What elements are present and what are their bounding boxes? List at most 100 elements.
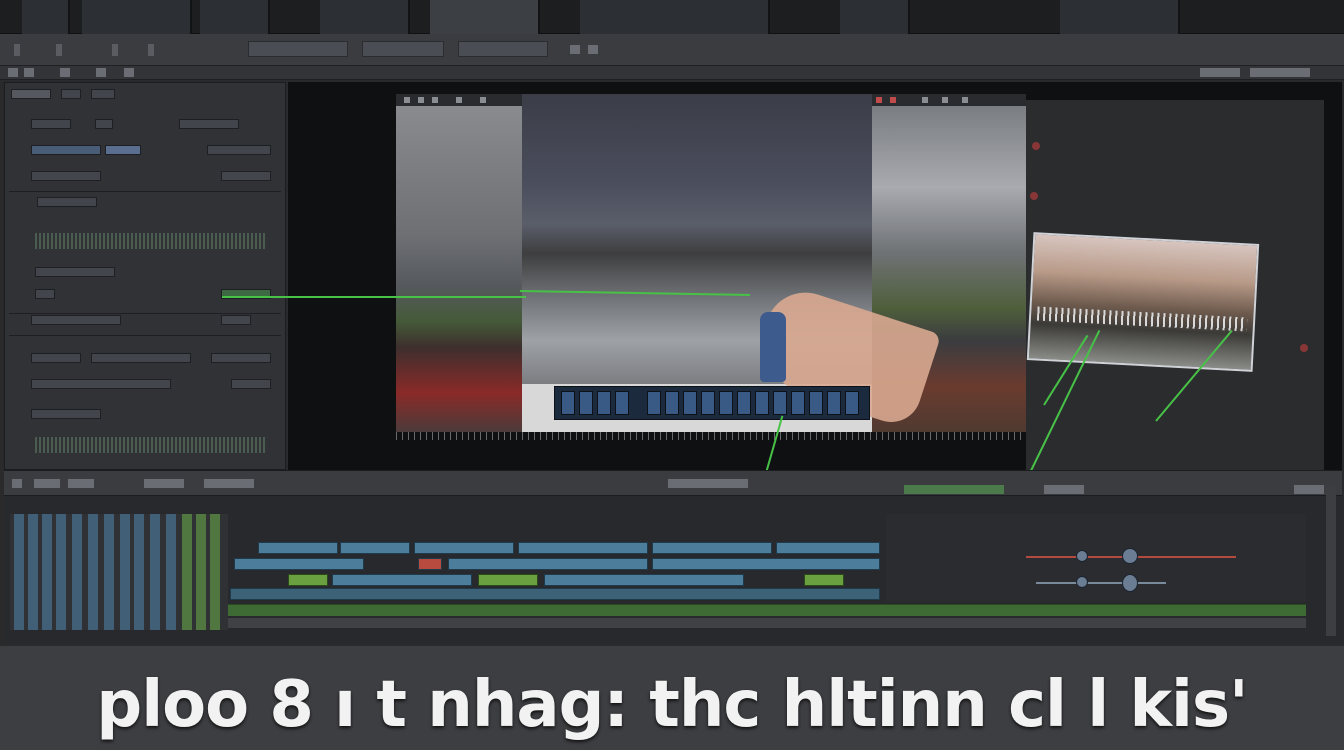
param-field[interactable] — [31, 353, 81, 363]
clip-tool-icon[interactable] — [480, 97, 486, 103]
keyframe-node[interactable] — [1122, 574, 1138, 592]
track-header[interactable] — [120, 514, 130, 630]
track-header[interactable] — [28, 514, 38, 630]
menu-item[interactable] — [14, 44, 20, 56]
inspector-tab[interactable] — [11, 89, 51, 99]
timeline-clip[interactable] — [258, 542, 338, 554]
param-field[interactable] — [35, 267, 115, 277]
param-field[interactable] — [31, 171, 101, 181]
clip-thumbnail-left[interactable] — [396, 106, 522, 432]
video-preview[interactable] — [396, 94, 1026, 432]
timeline-clip[interactable] — [288, 574, 328, 586]
param-field[interactable] — [211, 353, 271, 363]
param-field[interactable] — [31, 379, 171, 389]
param-field[interactable] — [31, 145, 101, 155]
play-icon[interactable] — [570, 45, 580, 54]
timeline-clip[interactable] — [652, 558, 880, 570]
param-field[interactable] — [207, 145, 271, 155]
tool-icon[interactable] — [34, 479, 60, 488]
param-field[interactable] — [95, 119, 113, 129]
clip-tool-icon[interactable] — [962, 97, 968, 103]
menu-item[interactable] — [56, 44, 62, 56]
timeline-clip[interactable] — [652, 542, 772, 554]
filmstrip[interactable] — [554, 386, 870, 420]
film-frame — [755, 391, 769, 415]
tool-icon[interactable] — [8, 68, 18, 77]
tool-icon[interactable] — [204, 479, 254, 488]
keyframe-node[interactable] — [1076, 550, 1088, 562]
timeline-clip[interactable] — [776, 542, 880, 554]
param-field[interactable] — [37, 197, 97, 207]
clip-tool-icon[interactable] — [942, 97, 948, 103]
record-icon[interactable] — [588, 45, 598, 54]
tool-icon[interactable] — [144, 479, 184, 488]
track-header[interactable] — [56, 514, 66, 630]
tool-icon[interactable] — [1250, 68, 1310, 77]
track-header[interactable] — [88, 514, 98, 630]
tool-icon[interactable] — [68, 479, 94, 488]
clip-tool-icon[interactable] — [404, 97, 410, 103]
clip-tool-icon[interactable] — [922, 97, 928, 103]
track-headers — [10, 514, 228, 630]
keyframe-node[interactable] — [1076, 576, 1088, 588]
param-field[interactable] — [221, 171, 271, 181]
tool-icon[interactable] — [96, 68, 106, 77]
menu-item[interactable] — [112, 44, 118, 56]
record-icon[interactable] — [890, 97, 896, 103]
timeline-clip[interactable] — [544, 574, 744, 586]
timeline-clip[interactable] — [448, 558, 648, 570]
tool-icon[interactable] — [1200, 68, 1240, 77]
track-header[interactable] — [42, 514, 52, 630]
timeline-clip[interactable] — [414, 542, 514, 554]
photo-thumbnail[interactable] — [1026, 232, 1260, 372]
timeline-clip[interactable] — [518, 542, 648, 554]
clip-tool-icon[interactable] — [456, 97, 462, 103]
track-header[interactable] — [182, 514, 192, 630]
param-field[interactable] — [179, 119, 239, 129]
param-field[interactable] — [105, 145, 141, 155]
inspector-tab[interactable] — [61, 89, 81, 99]
track-header[interactable] — [166, 514, 176, 630]
param-field[interactable] — [221, 315, 251, 325]
workspace-tab[interactable] — [248, 41, 348, 57]
record-icon[interactable] — [876, 97, 882, 103]
workspace-tab[interactable] — [458, 41, 548, 57]
tool-icon[interactable] — [60, 68, 70, 77]
param-field[interactable] — [91, 353, 191, 363]
tool-icon[interactable] — [24, 68, 34, 77]
track-header[interactable] — [72, 514, 82, 630]
timeline-clip[interactable] — [340, 542, 410, 554]
tool-icon[interactable] — [1294, 485, 1324, 494]
timeline-clip[interactable] — [418, 558, 442, 570]
timeline-clip[interactable] — [478, 574, 538, 586]
param-field[interactable] — [31, 409, 101, 419]
timeline-clip[interactable] — [234, 558, 364, 570]
tool-icon[interactable] — [12, 479, 22, 488]
tool-icon[interactable] — [124, 68, 134, 77]
workspace-tab[interactable] — [362, 41, 444, 57]
param-field[interactable] — [31, 119, 71, 129]
empty-track[interactable] — [228, 618, 1306, 628]
param-field[interactable] — [231, 379, 271, 389]
keyframe-node[interactable] — [1122, 548, 1138, 564]
timeline-clip[interactable] — [804, 574, 844, 586]
audio-track[interactable] — [228, 604, 1306, 616]
track-header[interactable] — [134, 514, 144, 630]
clip-tool-icon[interactable] — [418, 97, 424, 103]
param-field[interactable] — [31, 315, 121, 325]
timeline-clip[interactable] — [230, 588, 880, 600]
track-header[interactable] — [196, 514, 206, 630]
scroll-icon[interactable] — [1326, 486, 1336, 636]
transport-controls[interactable] — [668, 479, 748, 488]
timeline-clip[interactable] — [332, 574, 472, 586]
inspector-tab[interactable] — [91, 89, 115, 99]
menu-item[interactable] — [148, 44, 154, 56]
zoom-icon[interactable] — [1044, 485, 1084, 494]
track-header[interactable] — [104, 514, 114, 630]
track-header[interactable] — [210, 514, 220, 630]
zoom-slider[interactable] — [904, 485, 1004, 494]
track-header[interactable] — [14, 514, 24, 630]
param-field[interactable] — [35, 289, 55, 299]
clip-tool-icon[interactable] — [432, 97, 438, 103]
track-header[interactable] — [150, 514, 160, 630]
